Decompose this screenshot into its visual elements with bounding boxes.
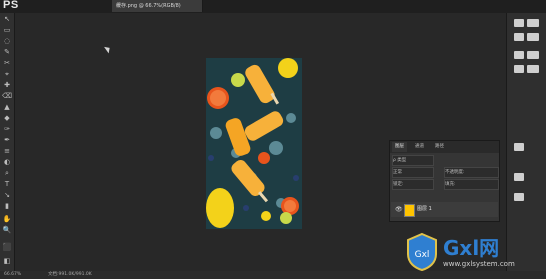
healing-tool-icon[interactable]: ✚ <box>2 81 12 89</box>
layer-filter-select[interactable]: ρ 类型 <box>392 155 434 166</box>
properties-icon[interactable] <box>514 51 524 59</box>
channels-icon[interactable] <box>514 173 524 181</box>
title-bar: PS 缓存.png @ 66.7%(RGB/8) × <box>0 0 546 13</box>
hand-tool-icon[interactable]: ✋ <box>2 215 12 223</box>
zoom-level[interactable]: 66.67% <box>4 271 21 279</box>
styles-icon[interactable] <box>514 65 524 73</box>
quick-select-tool-icon[interactable]: ✎ <box>2 48 12 56</box>
watermark-logo-text: Gxl <box>415 250 430 260</box>
popsicle-photo <box>206 58 302 229</box>
layer-thumbnail <box>404 204 415 217</box>
layer-row[interactable]: 👁 图层 1 <box>391 202 498 217</box>
layers-panel: 图层 通道 路径 ρ 类型 正常 不透明度: 锁定: 填充: 👁 图层 1 <box>389 140 500 222</box>
history-icon[interactable] <box>514 19 524 27</box>
watermark: Gxl Gxl网 www.gxlsystem.com <box>403 230 543 274</box>
blur-tool-icon[interactable]: ⌕ <box>2 169 12 177</box>
layer-name[interactable]: 图层 1 <box>417 205 432 212</box>
document-image[interactable] <box>206 58 302 229</box>
eraser-tool-icon[interactable]: ⌫ <box>2 92 12 100</box>
gradient-tool-icon[interactable]: ≡ <box>2 147 12 155</box>
brush-presets-icon[interactable] <box>527 65 539 73</box>
history-brush-icon[interactable]: ◆ <box>2 114 12 122</box>
tools-panel: ↖ ▭ ◌ ✎ ✂ ⌖ ✚ ⌫ ▲ ◆ ✑ ✒ ≡ ◐ ⌕ T ↘ ▮ ✋ 🔍 … <box>0 13 15 271</box>
app-logo: PS <box>3 0 19 11</box>
move-tool-icon[interactable]: ↖ <box>2 15 12 23</box>
eyedropper-tool-icon[interactable]: ⌖ <box>2 70 12 78</box>
marquee-tool-icon[interactable]: ▭ <box>2 26 12 34</box>
blend-mode-select[interactable]: 正常 <box>392 167 434 178</box>
brush-tool-icon[interactable]: ✑ <box>2 125 12 133</box>
watermark-url: www.gxlsystem.com <box>443 260 515 268</box>
fill-field[interactable]: 填充: <box>444 179 499 190</box>
document-tab[interactable]: 缓存.png @ 66.7%(RGB/8) × <box>112 0 203 12</box>
tab-paths[interactable]: 路径 <box>432 142 447 152</box>
lock-controls[interactable]: 锁定: <box>392 179 434 190</box>
layers-tabs: 图层 通道 路径 <box>390 141 499 153</box>
paths-icon[interactable] <box>514 193 524 201</box>
tab-channels[interactable]: 通道 <box>412 142 427 152</box>
lasso-tool-icon[interactable]: ◌ <box>2 37 12 45</box>
adjust-icon[interactable] <box>514 33 524 41</box>
shield-icon: Gxl <box>407 232 437 272</box>
type-tool-icon[interactable]: T <box>2 180 12 188</box>
shape-tool-icon[interactable]: ▮ <box>2 202 12 210</box>
opacity-field[interactable]: 不透明度: <box>444 167 499 178</box>
zoom-tool-icon[interactable]: 🔍 <box>2 226 12 234</box>
foreground-color-icon[interactable]: ⬛ <box>2 243 12 251</box>
dodge-tool-icon[interactable]: ◐ <box>2 158 12 166</box>
path-select-tool-icon[interactable]: ↘ <box>2 191 12 199</box>
info-icon[interactable] <box>527 51 539 59</box>
swatches-icon[interactable] <box>527 33 539 41</box>
document-size: 文档:991.0K/991.0K <box>48 272 92 277</box>
crop-tool-icon[interactable]: ✂ <box>2 59 12 67</box>
quick-mask-icon[interactable]: ◧ <box>2 257 12 265</box>
stamp-tool-icon[interactable]: ▲ <box>2 103 12 111</box>
close-tab-icon[interactable]: × <box>116 1 199 8</box>
pen-tool-icon[interactable]: ✒ <box>2 136 12 144</box>
watermark-brand: Gxl网 <box>443 236 500 260</box>
color-icon[interactable] <box>527 19 539 27</box>
tab-layers[interactable]: 图层 <box>392 142 407 152</box>
layers-icon[interactable] <box>514 143 524 151</box>
eye-icon[interactable]: 👁 <box>395 206 403 213</box>
